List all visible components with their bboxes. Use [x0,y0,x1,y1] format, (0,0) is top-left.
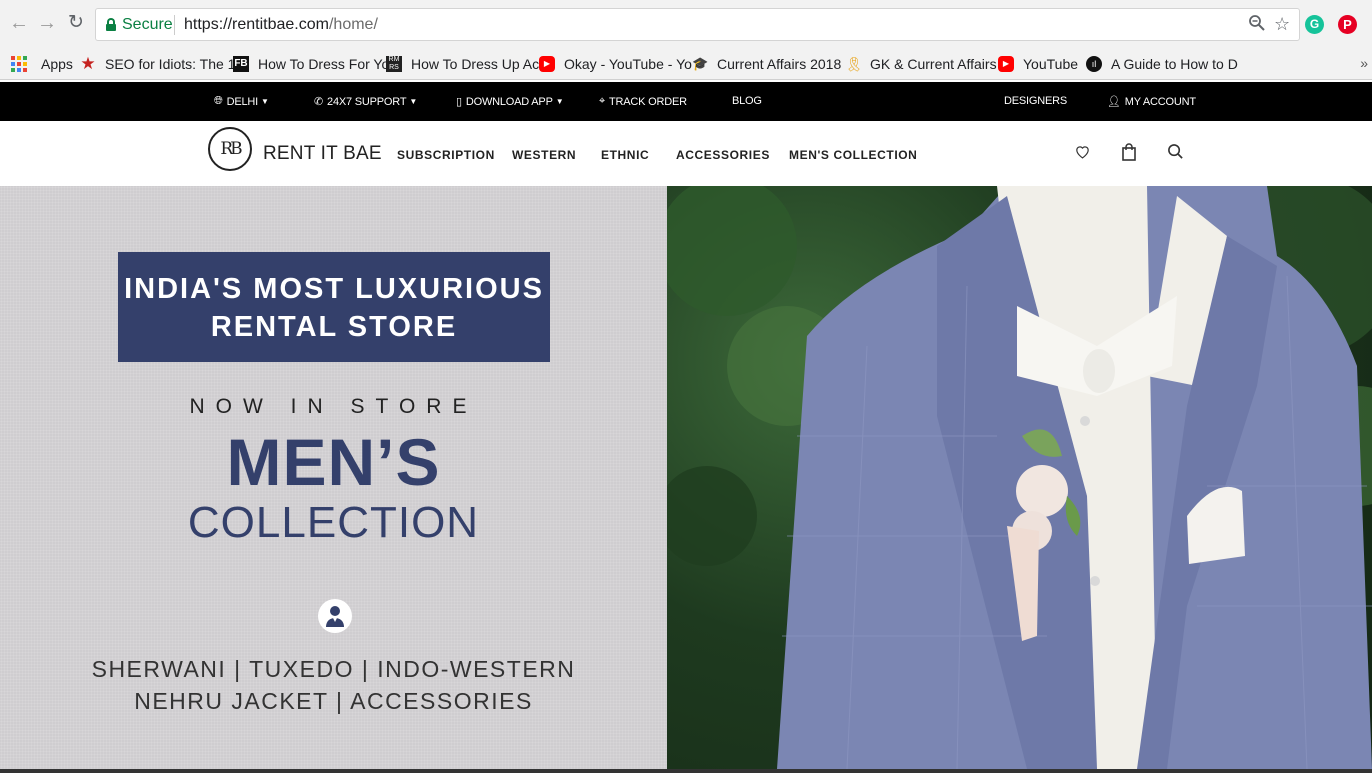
pinterest-extension-icon[interactable]: P [1338,15,1357,34]
location-selector[interactable]: 🌐︎ DELHI ▼ [214,95,269,108]
mens-heading: MEN’S [226,425,441,499]
nav-western[interactable]: WESTERN [512,148,576,162]
bookmark-gk-current-affairs[interactable]: 🎗 GK & Current Affairs [845,55,997,73]
nav-ethnic[interactable]: ETHNIC [601,148,649,162]
bookmark-label: GK & Current Affairs [870,56,997,72]
man-suit-icon [318,599,352,633]
mobile-icon: ▯ [456,96,462,108]
bookmark-label: SEO for Idiots: The 1 [105,56,236,72]
page-bottom-divider [0,769,1372,773]
chevron-down-icon: ▼ [555,97,564,106]
address-bar[interactable]: Secure https://rentitbae.com/home/ ☆ [95,8,1300,41]
bookmark-how-to-dress-for[interactable]: FB How To Dress For Yo [233,55,389,73]
main-nav: RB RENT IT BAE SUBSCRIPTION WESTERN ETHN… [0,121,1372,186]
secure-label: Secure [122,16,173,33]
designers-link[interactable]: DESIGNERS [1004,95,1067,107]
award-ribbon-icon: 🎗 [845,56,863,72]
bookmark-label: How To Dress Up Ac [411,56,540,72]
bookmark-label: Current Affairs 2018 [717,56,842,72]
nav-subscription[interactable]: SUBSCRIPTION [397,148,495,162]
apps-grid-icon [11,56,27,72]
download-label: DOWNLOAD APP [465,95,553,108]
bookmark-star-icon[interactable]: ☆ [1274,14,1290,35]
account-label: MY ACCOUNT [1124,95,1196,108]
blog-label: BLOG [732,95,762,107]
forward-arrow-icon[interactable]: → [36,12,58,34]
categories-line-1: SHERWANI | TUXEDO | INDO-WESTERN [91,656,576,682]
url-host: https://rentitbae.com [184,16,329,33]
location-label: DELHI [226,95,259,108]
zoom-icon[interactable] [1248,14,1266,37]
collection-heading: COLLECTION [187,498,480,547]
bookmark-youtube[interactable]: ▶ YouTube [998,55,1078,73]
bookmarks-overflow-icon[interactable]: » [1360,55,1368,71]
lock-icon [106,18,116,31]
bookmarks-bar: Apps ★ SEO for Idiots: The 1 FB How To D… [0,48,1372,80]
youtube-icon: ▶ [998,56,1014,72]
bookmark-label: Okay - YouTube - Yo [564,56,692,72]
browser-toolbar: ← → ↻ Secure https://rentitbae.com/home/… [0,0,1372,48]
tagline-line-1: INDIA'S MOST LUXURIOUS [124,273,544,305]
blog-link[interactable]: BLOG [732,95,762,107]
download-app-menu[interactable]: ▯ DOWNLOAD APP ▼ [456,95,564,109]
bookmark-label: How To Dress For Yo [258,56,390,72]
bookmark-label: YouTube [1023,56,1079,72]
bookmark-seo[interactable]: ★ SEO for Idiots: The 1 [80,55,235,73]
designers-label: DESIGNERS [1004,95,1067,107]
wishlist-heart-icon[interactable] [1074,143,1091,165]
address-separator [174,15,175,35]
star-icon: ★ [80,54,96,73]
search-icon[interactable] [1167,143,1184,165]
chevron-down-icon: ▼ [261,97,269,106]
graduation-cap-icon: 🎓 [692,56,709,71]
nav-accessories[interactable]: ACCESSORIES [676,148,770,162]
shopping-bag-icon[interactable] [1121,143,1137,166]
bookmark-okay-youtube[interactable]: ▶ Okay - YouTube - Yo [539,55,692,73]
categories-line-2: NEHRU JACKET | ACCESSORIES [134,688,533,714]
logo-text[interactable]: RENT IT BAE [263,143,382,165]
grammarly-extension-icon[interactable]: G [1305,15,1324,34]
nav-mens-collection[interactable]: MEN'S COLLECTION [789,148,917,162]
support-menu[interactable]: ✆ 24X7 SUPPORT ▼ [314,95,418,109]
suited-man-illustration [667,186,1372,769]
my-account-link[interactable]: 👤︎ MY ACCOUNT [1107,95,1196,109]
map-pin-icon: ⌖ [599,95,605,107]
bookmark-apps[interactable]: Apps [11,55,73,73]
fb-icon: FB [233,56,249,72]
bookmark-label: Apps [41,56,73,72]
rmrs-icon: RM RS [386,56,402,72]
tagline-banner: INDIA'S MOST LUXURIOUS RENTAL STORE [118,252,550,362]
hero-text-panel: INDIA'S MOST LUXURIOUS RENTAL STORE NOW … [0,186,667,769]
bars-circle-icon: ıl [1086,56,1102,72]
reload-icon[interactable]: ↻ [65,12,87,34]
chevron-down-icon: ▼ [409,97,418,106]
track-order-link[interactable]: ⌖ TRACK ORDER [599,95,687,108]
youtube-icon: ▶ [539,56,555,72]
bookmark-how-to-dress-up[interactable]: RM RS How To Dress Up Ac [386,55,539,73]
now-in-store-text: NOW IN STORE [189,395,478,418]
support-label: 24X7 SUPPORT [327,95,407,108]
track-label: TRACK ORDER [609,95,687,108]
logo-icon[interactable]: RB [208,127,252,171]
hero-model-image [667,186,1372,769]
bookmark-a-guide[interactable]: ıl A Guide to How to D [1086,55,1238,73]
url-text[interactable]: https://rentitbae.com/home/ [184,16,378,34]
phone-icon: ✆ [314,96,324,108]
bookmark-current-affairs[interactable]: 🎓 Current Affairs 2018 [692,55,841,73]
hero-banner[interactable]: INDIA'S MOST LUXURIOUS RENTAL STORE NOW … [0,186,1372,769]
globe-icon: 🌐︎ [214,95,223,107]
site-topbar: 🌐︎ DELHI ▼ ✆ 24X7 SUPPORT ▼ ▯ DOWNLOAD A… [0,82,1372,121]
user-icon: 👤︎ [1107,96,1121,108]
bookmark-label: A Guide to How to D [1111,56,1238,72]
tagline-line-2: RENTAL STORE [210,311,458,343]
url-path: /home/ [328,16,378,33]
back-arrow-icon[interactable]: ← [8,12,30,34]
